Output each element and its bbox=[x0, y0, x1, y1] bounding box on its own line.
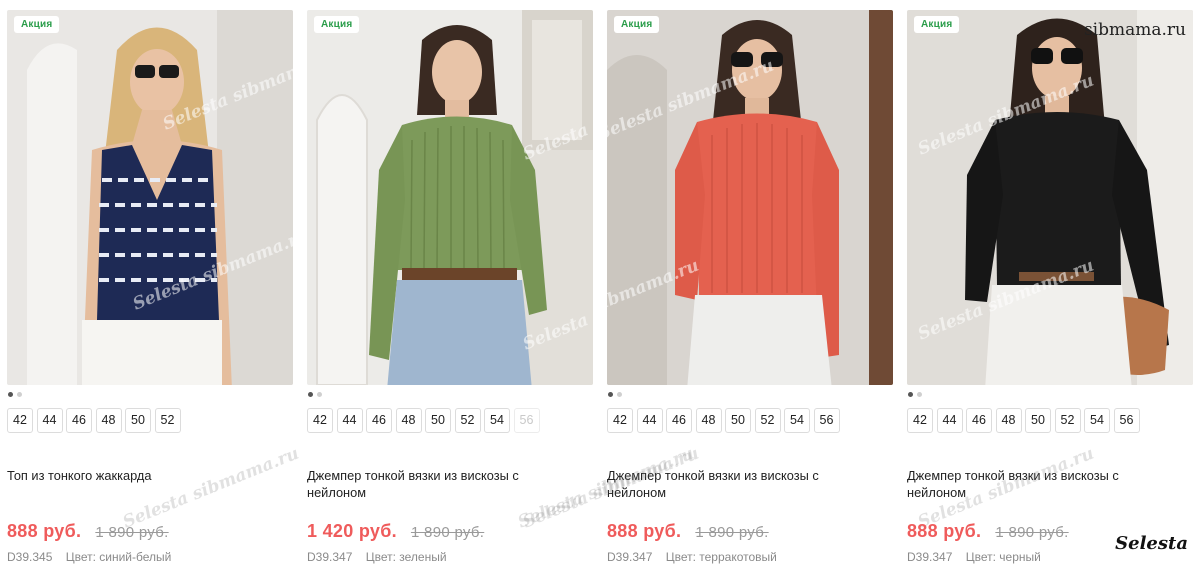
size-option-unavailable: 56 bbox=[513, 408, 540, 433]
product-image bbox=[907, 10, 1193, 385]
carousel-dot[interactable] bbox=[917, 392, 922, 397]
price-row: 888 руб. 1 890 руб. bbox=[7, 521, 169, 542]
product-card[interactable]: Акция Selesta sibmama.ru Selesta sibmama… bbox=[7, 0, 302, 572]
product-card[interactable]: Акция Selesta sibmama.ru Selesta sibmama… bbox=[307, 0, 702, 572]
size-option[interactable]: 50 bbox=[125, 408, 151, 433]
carousel-dot[interactable] bbox=[908, 392, 913, 397]
product-color: Цвет: зеленый bbox=[365, 550, 447, 564]
carousel-dot[interactable] bbox=[608, 392, 613, 397]
brand-watermark: Selesta bbox=[1115, 533, 1188, 554]
carousel-dots[interactable] bbox=[908, 392, 922, 398]
product-meta: D39.347 Цвет: терракотовый bbox=[607, 550, 777, 564]
product-color: Цвет: синий-белый bbox=[65, 550, 172, 564]
product-meta: D39.345 Цвет: синий-белый bbox=[7, 550, 171, 564]
carousel-dots[interactable] bbox=[608, 392, 622, 398]
size-option[interactable]: 50 bbox=[1025, 408, 1051, 433]
size-option[interactable]: 46 bbox=[666, 408, 692, 433]
product-sku: D39.347 bbox=[907, 550, 953, 564]
product-meta: D39.347 Цвет: черный bbox=[907, 550, 1041, 564]
product-card[interactable]: Акция Selesta sibmama.ru Selesta sibmama… bbox=[907, 0, 1193, 572]
product-photo[interactable]: Акция Selesta sibmama.ru Selesta sibmama… bbox=[607, 10, 893, 385]
product-card[interactable]: Акция Selesta sibmama.ru Selesta sibmama… bbox=[515, 0, 893, 572]
size-option[interactable]: 44 bbox=[336, 408, 363, 433]
size-option[interactable]: 44 bbox=[36, 408, 63, 433]
size-selector: 42 44 46 48 50 52 54 56 bbox=[607, 408, 840, 433]
carousel-dot[interactable] bbox=[8, 392, 13, 397]
size-option[interactable]: 54 bbox=[484, 408, 510, 433]
size-option[interactable]: 48 bbox=[995, 408, 1022, 433]
size-selector: 42 44 46 48 50 52 54 56 bbox=[307, 408, 540, 433]
price-row: 1 420 руб. 1 890 руб. bbox=[307, 521, 484, 542]
old-price: 1 890 руб. bbox=[410, 524, 485, 541]
product-sku: D39.345 bbox=[7, 550, 53, 564]
watermark: Selesta sibmama.ru bbox=[120, 443, 302, 533]
size-option[interactable]: 50 bbox=[425, 408, 451, 433]
size-option[interactable]: 44 bbox=[636, 408, 663, 433]
size-option[interactable]: 42 bbox=[907, 408, 933, 433]
product-image bbox=[307, 10, 593, 385]
size-option[interactable]: 46 bbox=[366, 408, 392, 433]
product-title[interactable]: Джемпер тонкой вязки из вискозы с нейлон… bbox=[907, 468, 1157, 501]
carousel-dot[interactable] bbox=[617, 392, 622, 397]
old-price: 1 890 руб. bbox=[695, 524, 769, 541]
product-image bbox=[607, 10, 893, 385]
size-option[interactable]: 56 bbox=[813, 408, 840, 433]
sale-price: 888 руб. bbox=[7, 521, 82, 541]
size-option[interactable]: 54 bbox=[784, 408, 810, 433]
product-image bbox=[7, 10, 293, 385]
product-color: Цвет: черный bbox=[965, 550, 1041, 564]
product-sku: D39.347 bbox=[307, 550, 353, 564]
sale-price: 888 руб. bbox=[607, 521, 682, 541]
promo-badge: Акция bbox=[614, 16, 660, 33]
site-watermark: sibmama.ru bbox=[1083, 20, 1186, 40]
carousel-dot[interactable] bbox=[317, 392, 322, 397]
price-row: 888 руб. 1 890 руб. bbox=[607, 521, 769, 542]
old-price: 1 890 руб. bbox=[995, 524, 1069, 541]
product-photo[interactable]: Акция Selesta sibmama.ru Selesta sibmama… bbox=[7, 10, 293, 385]
size-option[interactable]: 54 bbox=[1084, 408, 1110, 433]
sale-price: 1 420 руб. bbox=[307, 521, 397, 541]
size-option[interactable]: 46 bbox=[966, 408, 992, 433]
product-title[interactable]: Джемпер тонкой вязки из вискозы с нейлон… bbox=[607, 468, 857, 501]
size-option[interactable]: 50 bbox=[725, 408, 751, 433]
price-row: 888 руб. 1 890 руб. bbox=[907, 521, 1069, 542]
size-option[interactable]: 52 bbox=[454, 408, 481, 433]
size-option[interactable]: 48 bbox=[695, 408, 722, 433]
size-option[interactable]: 48 bbox=[395, 408, 422, 433]
product-meta: D39.347 Цвет: зеленый bbox=[307, 550, 447, 564]
size-option[interactable]: 44 bbox=[936, 408, 963, 433]
sale-price: 888 руб. bbox=[907, 521, 982, 541]
carousel-dot[interactable] bbox=[308, 392, 313, 397]
old-price: 1 890 руб. bbox=[95, 524, 169, 541]
product-color: Цвет: терракотовый bbox=[665, 550, 777, 564]
size-option[interactable]: 42 bbox=[307, 408, 333, 433]
size-option[interactable]: 56 bbox=[1113, 408, 1140, 433]
size-selector: 42 44 46 48 50 52 54 56 bbox=[907, 408, 1140, 433]
promo-badge: Акция bbox=[914, 16, 960, 33]
promo-badge: Акция bbox=[314, 16, 360, 33]
size-option[interactable]: 52 bbox=[154, 408, 181, 433]
carousel-dots[interactable] bbox=[308, 392, 322, 398]
carousel-dots[interactable] bbox=[8, 392, 22, 398]
size-selector: 42 44 46 48 50 52 bbox=[7, 408, 181, 433]
product-title[interactable]: Топ из тонкого жаккарда bbox=[7, 468, 257, 485]
size-option[interactable]: 46 bbox=[66, 408, 92, 433]
product-sku: D39.347 bbox=[607, 550, 653, 564]
size-option[interactable]: 52 bbox=[1054, 408, 1081, 433]
product-photo[interactable]: Акция Selesta sibmama.ru Selesta sibmama… bbox=[907, 10, 1193, 385]
product-title[interactable]: Джемпер тонкой вязки из вискозы с нейлон… bbox=[307, 468, 557, 501]
size-option[interactable]: 42 bbox=[607, 408, 633, 433]
size-option[interactable]: 52 bbox=[754, 408, 781, 433]
size-option[interactable]: 42 bbox=[7, 408, 33, 433]
promo-badge: Акция bbox=[14, 16, 60, 33]
product-photo[interactable]: Акция Selesta sibmama.ru Selesta sibmama… bbox=[307, 10, 593, 385]
size-option[interactable]: 48 bbox=[95, 408, 122, 433]
carousel-dot[interactable] bbox=[17, 392, 22, 397]
